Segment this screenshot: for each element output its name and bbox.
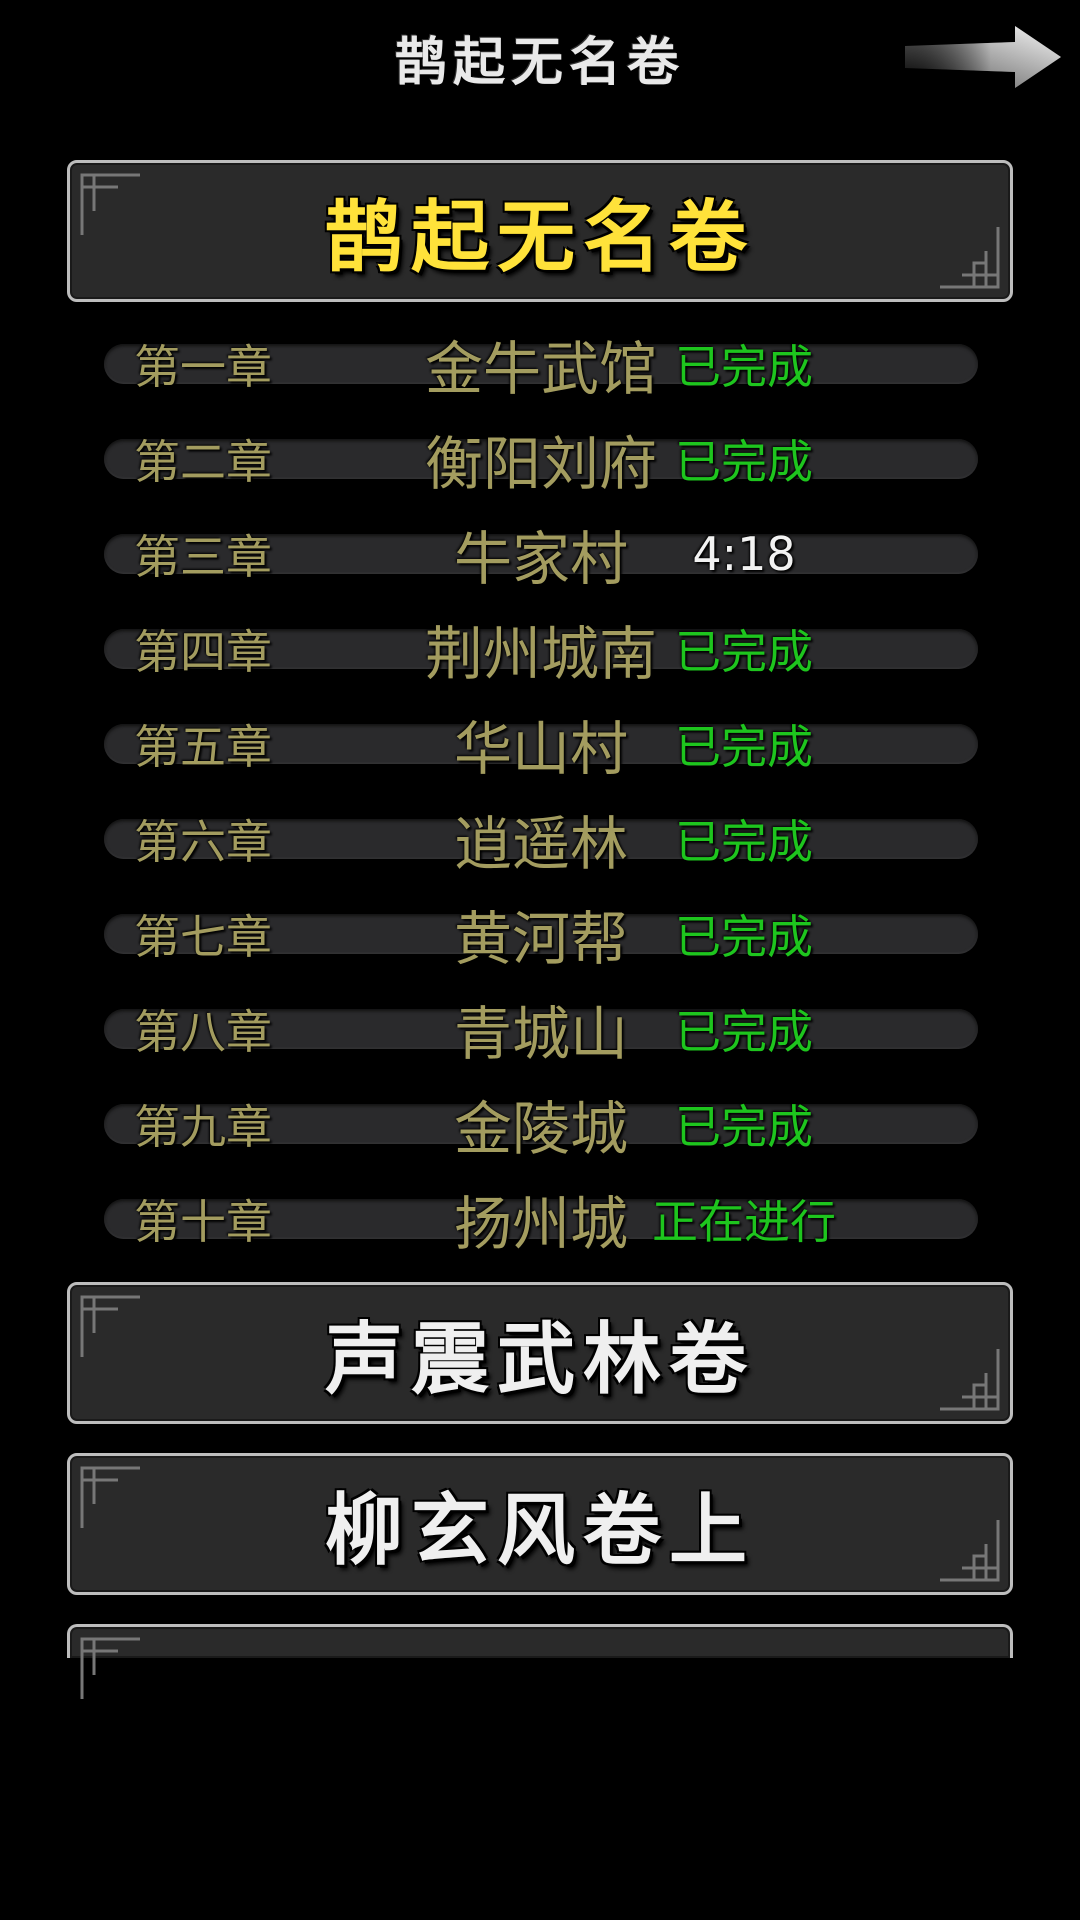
- chapter-row[interactable]: 第七章 黄河帮 已完成: [104, 905, 978, 973]
- chapter-status: 已完成: [675, 815, 813, 869]
- chapter-row[interactable]: 第一章 金牛武馆 已完成: [104, 335, 978, 403]
- volume-panel[interactable]: 鹊起无名卷: [67, 160, 1013, 302]
- volume-panel[interactable]: 柳玄风卷上: [67, 1453, 1013, 1595]
- chapter-row[interactable]: 第三章 牛家村 4:18: [104, 525, 978, 593]
- arrow-right-icon[interactable]: [905, 22, 1065, 92]
- chapter-row[interactable]: 第十章 扬州城 正在进行: [104, 1190, 978, 1258]
- chapter-row[interactable]: 第五章 华山村 已完成: [104, 715, 978, 783]
- chapter-row[interactable]: 第四章 荆州城南 已完成: [104, 620, 978, 688]
- chapter-status: 已完成: [675, 1005, 813, 1059]
- volume-title: [70, 1627, 1010, 1658]
- volume-title: 鹊起无名卷: [324, 192, 755, 283]
- chapter-status: 已完成: [675, 910, 813, 964]
- chapter-row[interactable]: 第八章 青城山 已完成: [104, 1000, 978, 1068]
- chapter-status: 已完成: [675, 720, 813, 774]
- volume-panel[interactable]: 声震武林卷: [67, 1282, 1013, 1424]
- chapter-status: 已完成: [675, 340, 813, 394]
- chapter-status: 已完成: [675, 1100, 813, 1154]
- chapter-row[interactable]: 第二章 衡阳刘府 已完成: [104, 430, 978, 498]
- chapter-row[interactable]: 第六章 逍遥林 已完成: [104, 810, 978, 878]
- chapter-status: 已完成: [675, 435, 813, 489]
- volume-title: 柳玄风卷上: [324, 1485, 755, 1576]
- chapter-status: 已完成: [675, 625, 813, 679]
- volume-panel[interactable]: [67, 1624, 1013, 1699]
- chapter-row[interactable]: 第九章 金陵城 已完成: [104, 1095, 978, 1163]
- volume-title: 声震武林卷: [324, 1314, 755, 1405]
- chapter-timer: 4:18: [692, 527, 796, 581]
- chapter-status: 正在进行: [652, 1195, 836, 1249]
